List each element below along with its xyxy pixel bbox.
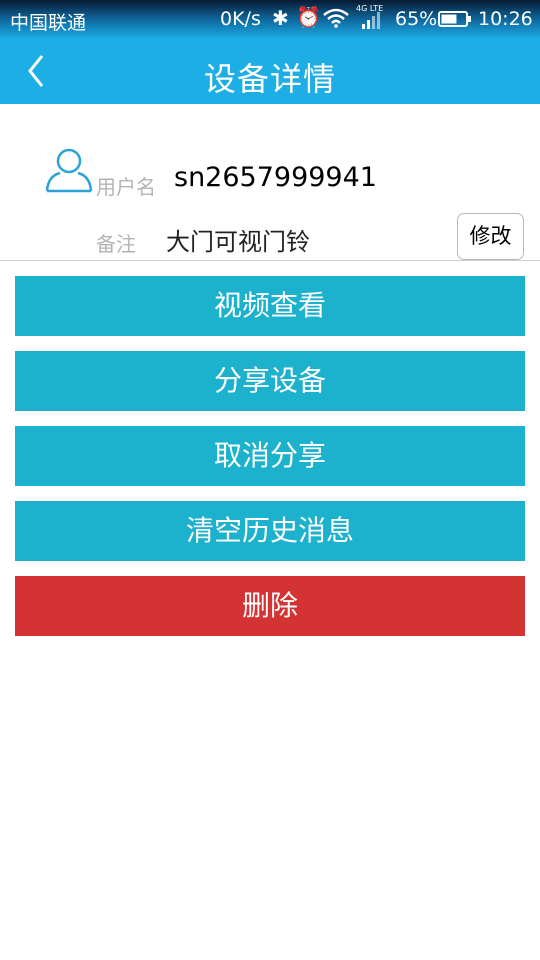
share-device-button[interactable]: 分享设备 bbox=[15, 351, 525, 411]
view-video-button[interactable]: 视频查看 bbox=[15, 276, 525, 336]
user-icon bbox=[45, 148, 93, 193]
username-label: 用户名 bbox=[96, 175, 156, 199]
battery-icon bbox=[438, 11, 471, 27]
battery-percent: 65% bbox=[395, 8, 438, 30]
edit-remark-button[interactable]: 修改 bbox=[457, 213, 524, 260]
remark-label: 备注 bbox=[96, 232, 136, 256]
username-value: sn2657999941 bbox=[174, 162, 377, 193]
page-title: 设备详情 bbox=[203, 60, 336, 98]
clear-history-button[interactable]: 清空历史消息 bbox=[15, 501, 525, 561]
header-bar: 设备详情 bbox=[0, 38, 540, 104]
alarm-icon: ⏰ bbox=[296, 5, 321, 29]
network-speed: 0K/s bbox=[220, 8, 261, 30]
wifi-icon bbox=[323, 8, 349, 28]
signal-icon: 4G LTE bbox=[356, 4, 383, 29]
cancel-share-button[interactable]: 取消分享 bbox=[15, 426, 525, 486]
delete-device-button[interactable]: 删除 bbox=[15, 576, 525, 636]
signal-type-label: 4G LTE bbox=[356, 4, 383, 13]
remark-value: 大门可视门铃 bbox=[166, 228, 310, 256]
device-info-panel: 用户名 sn2657999941 备注 大门可视门铃 修改 bbox=[0, 104, 540, 261]
carrier-name: 中国联通 bbox=[10, 12, 87, 34]
status-bar: 中国联通 0K/s ✱ ⏰ 4G LTE 65% 10:26 bbox=[0, 0, 540, 38]
divider bbox=[0, 260, 540, 261]
clock-time: 10:26 bbox=[478, 8, 533, 30]
bluetooth-icon: ✱ bbox=[272, 6, 289, 30]
